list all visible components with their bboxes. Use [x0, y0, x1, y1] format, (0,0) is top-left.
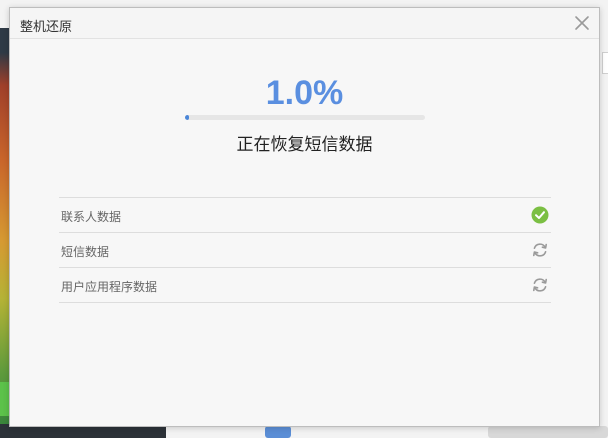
- progress-status-text: 正在恢复短信数据: [236, 135, 373, 155]
- item-label-contacts: 联系人数据: [61, 210, 122, 224]
- dialog-title: 整机还原: [20, 20, 73, 35]
- background-primary-button: [265, 426, 291, 438]
- dialog-titlebar: 整机还原: [10, 8, 599, 39]
- restore-item-list: 联系人数据 短信数据 用户应用程序数据: [59, 197, 551, 303]
- background-input-field: [602, 52, 608, 74]
- list-item: 联系人数据: [59, 198, 551, 233]
- refresh-icon: [531, 276, 549, 294]
- close-icon[interactable]: [573, 14, 591, 32]
- background-secondary-button: [488, 426, 608, 438]
- progress-bar-fill: [185, 115, 189, 120]
- progress-bar: [185, 115, 425, 120]
- refresh-icon: [531, 241, 549, 259]
- item-label-sms: 短信数据: [61, 245, 110, 259]
- restore-dialog: 整机还原 1.0% 正在恢复短信数据 联系人数据 短信数据 用户应用程序数据: [9, 7, 600, 427]
- item-label-apps: 用户应用程序数据: [61, 280, 158, 294]
- list-item: 用户应用程序数据: [59, 268, 551, 303]
- check-circle-icon: [531, 206, 549, 224]
- progress-percent: 1.0%: [265, 74, 344, 112]
- list-item: 短信数据: [59, 233, 551, 268]
